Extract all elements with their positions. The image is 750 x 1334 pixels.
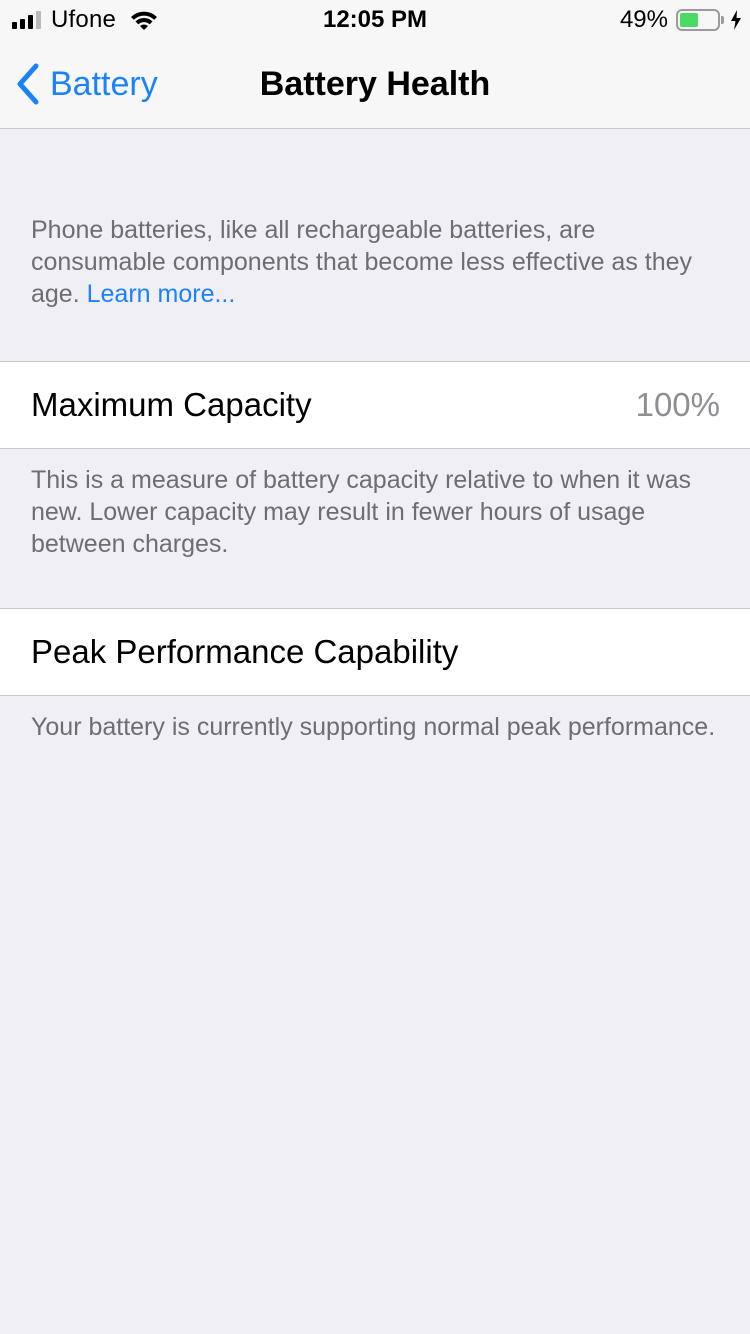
battery-icon: [676, 9, 720, 31]
maximum-capacity-footer: This is a measure of battery capacity re…: [31, 466, 692, 558]
peak-performance-row: Peak Performance Capability: [0, 608, 750, 696]
battery-percentage: 49%: [619, 6, 668, 33]
navigation-bar: Battery Battery Health: [0, 40, 750, 129]
charging-bolt-icon: [731, 10, 741, 30]
peak-performance-label: Peak Performance Capability: [31, 633, 459, 670]
maximum-capacity-label: Maximum Capacity: [31, 386, 312, 423]
maximum-capacity-row: Maximum Capacity 100%: [0, 361, 750, 449]
battery-level-fill: [680, 13, 698, 27]
maximum-capacity-value: 100%: [635, 386, 720, 423]
status-bar-right: 49%: [620, 6, 742, 34]
status-bar: Ufone 12:05 PM 49%: [0, 0, 750, 40]
page-title: Battery Health: [259, 65, 491, 103]
battery-terminal: [721, 16, 724, 24]
peak-performance-footer: Your battery is currently supporting nor…: [31, 713, 716, 741]
intro-description: Phone batteries, like all rechargeable b…: [31, 214, 721, 310]
learn-more-link[interactable]: Learn more...: [87, 280, 236, 308]
